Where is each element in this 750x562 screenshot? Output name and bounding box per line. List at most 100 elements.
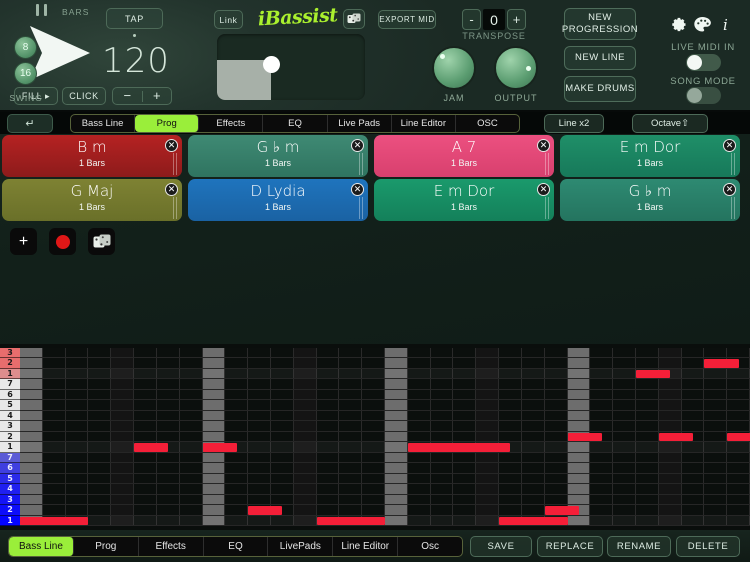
output-knob[interactable] bbox=[494, 46, 538, 90]
tap-button[interactable]: TAP bbox=[106, 8, 163, 29]
piano-roll-note[interactable] bbox=[659, 433, 693, 441]
tab-osc[interactable]: OSC bbox=[456, 115, 519, 132]
record-button[interactable] bbox=[49, 228, 76, 255]
bottom-tab-osc[interactable]: Osc bbox=[398, 537, 462, 556]
piano-roll-row bbox=[20, 358, 750, 368]
bottom-tab-eq[interactable]: EQ bbox=[204, 537, 269, 556]
transpose-minus-button[interactable]: - bbox=[462, 9, 481, 30]
chord-resize-handle[interactable] bbox=[731, 153, 737, 175]
add-chord-button[interactable]: + bbox=[10, 228, 37, 255]
chord-close-button[interactable]: ✕ bbox=[165, 183, 178, 196]
chord-block[interactable]: D Lydia1 Bars✕ bbox=[188, 179, 368, 221]
tab-effects[interactable]: Effects bbox=[199, 115, 263, 132]
piano-roll-note[interactable] bbox=[727, 433, 750, 441]
chord-block[interactable]: G Maj1 Bars✕ bbox=[2, 179, 182, 221]
bottom-tab-prog[interactable]: Prog bbox=[74, 537, 139, 556]
transpose-plus-button[interactable]: + bbox=[507, 9, 526, 30]
tab-live-pads[interactable]: Live Pads bbox=[328, 115, 392, 132]
piano-roll-row bbox=[20, 516, 750, 526]
tempo-plus-button[interactable]: + bbox=[143, 88, 172, 104]
chord-close-button[interactable]: ✕ bbox=[537, 183, 550, 196]
swing-label: SWING bbox=[0, 93, 52, 103]
song-mode-toggle[interactable] bbox=[686, 87, 721, 104]
piano-roll-note[interactable] bbox=[134, 443, 168, 451]
piano-roll-note[interactable] bbox=[499, 517, 567, 525]
xy-pad-handle[interactable] bbox=[263, 56, 280, 73]
bottom-tab-bass-line[interactable]: Bass Line bbox=[9, 537, 74, 556]
export-midi-button[interactable]: EXPORT MID bbox=[378, 10, 436, 29]
piano-roll-note[interactable] bbox=[704, 359, 738, 367]
theme-palette-button[interactable] bbox=[693, 16, 712, 38]
chord-resize-handle[interactable] bbox=[545, 197, 551, 219]
replace-button[interactable]: REPLACE bbox=[537, 536, 603, 557]
make-drums-button[interactable]: MAKE DRUMS bbox=[564, 76, 636, 102]
piano-roll-grid[interactable] bbox=[20, 348, 750, 526]
randomize-dice-button[interactable] bbox=[343, 9, 365, 29]
piano-roll-note[interactable] bbox=[248, 506, 282, 514]
song-mode-label: SONG MODE bbox=[648, 76, 750, 87]
settings-gear-button[interactable] bbox=[670, 16, 687, 38]
chord-close-button[interactable]: ✕ bbox=[723, 183, 736, 196]
piano-roll-note[interactable] bbox=[20, 517, 88, 525]
bottom-tab-livepads[interactable]: LivePads bbox=[268, 537, 333, 556]
live-midi-in-toggle[interactable] bbox=[686, 54, 721, 71]
piano-roll-note[interactable] bbox=[545, 506, 579, 514]
chord-block[interactable]: E m Dor1 Bars✕ bbox=[560, 135, 740, 177]
randomize-chords-button[interactable] bbox=[88, 228, 115, 255]
chord-block[interactable]: G ♭ m1 Bars✕ bbox=[560, 179, 740, 221]
piano-roll-row bbox=[20, 453, 750, 463]
chord-block[interactable]: B m1 Bars✕ bbox=[2, 135, 182, 177]
tab-prog[interactable]: Prog bbox=[135, 115, 199, 132]
piano-roll-note[interactable] bbox=[568, 433, 602, 441]
output-knob-indicator bbox=[526, 66, 531, 71]
chord-block[interactable]: A 71 Bars✕ bbox=[374, 135, 554, 177]
ibassist-app: BARS TAP 120 FILL ▸ CLICK − + Link iBass… bbox=[0, 0, 750, 562]
piano-roll-note[interactable] bbox=[431, 443, 499, 451]
chord-resize-handle[interactable] bbox=[173, 197, 179, 219]
chord-block[interactable]: E m Dor1 Bars✕ bbox=[374, 179, 554, 221]
jam-knob[interactable] bbox=[432, 46, 476, 90]
chord-close-button[interactable]: ✕ bbox=[723, 139, 736, 152]
piano-roll-row-label: 5 bbox=[0, 400, 20, 410]
rename-button[interactable]: RENAME bbox=[607, 536, 671, 557]
chord-close-button[interactable]: ✕ bbox=[351, 183, 364, 196]
octave-up-button[interactable]: Octave⇧ bbox=[632, 114, 708, 133]
chord-close-button[interactable]: ✕ bbox=[537, 139, 550, 152]
chord-resize-handle[interactable] bbox=[173, 153, 179, 175]
click-button[interactable]: CLICK bbox=[62, 87, 106, 105]
transport-panel: BARS TAP 120 FILL ▸ CLICK − + Link iBass… bbox=[0, 0, 750, 112]
back-button[interactable]: ↵ bbox=[7, 114, 53, 133]
delete-button[interactable]: DELETE bbox=[676, 536, 740, 557]
bar-tick-group bbox=[36, 3, 52, 21]
chord-resize-handle[interactable] bbox=[359, 197, 365, 219]
chord-name: E m Dor bbox=[374, 182, 554, 200]
new-progression-button[interactable]: NEW PROGRESSION bbox=[564, 8, 636, 40]
bottom-tab-line-editor[interactable]: Line Editor bbox=[333, 537, 398, 556]
line-x2-button[interactable]: Line x2 bbox=[544, 114, 604, 133]
tempo-minus-button[interactable]: − bbox=[113, 88, 142, 104]
tempo-value[interactable]: 120 bbox=[98, 41, 174, 81]
chord-resize-handle[interactable] bbox=[359, 153, 365, 175]
bottom-tab-group: Bass LineProgEffectsEQLivePadsLine Edito… bbox=[8, 536, 463, 557]
chord-resize-handle[interactable] bbox=[731, 197, 737, 219]
chord-close-button[interactable]: ✕ bbox=[351, 139, 364, 152]
tab-bass-line[interactable]: Bass Line bbox=[71, 115, 135, 132]
info-button[interactable]: i bbox=[723, 16, 728, 34]
tab-line-editor[interactable]: Line Editor bbox=[392, 115, 456, 132]
xy-pad[interactable] bbox=[217, 34, 365, 100]
piano-roll-note[interactable] bbox=[317, 517, 385, 525]
new-line-button[interactable]: NEW LINE bbox=[564, 46, 636, 70]
link-button[interactable]: Link bbox=[214, 10, 243, 29]
tempo-stepper: − + bbox=[112, 87, 172, 105]
save-button[interactable]: SAVE bbox=[470, 536, 532, 557]
chord-resize-handle[interactable] bbox=[545, 153, 551, 175]
piano-roll-note[interactable] bbox=[636, 370, 670, 378]
tab-eq[interactable]: EQ bbox=[263, 115, 327, 132]
piano-roll-note[interactable] bbox=[203, 443, 237, 451]
piano-roll-row bbox=[20, 442, 750, 452]
bottom-tab-effects[interactable]: Effects bbox=[139, 537, 204, 556]
swing-16-knob[interactable]: 16 bbox=[14, 62, 37, 85]
chord-block[interactable]: G ♭ m1 Bars✕ bbox=[188, 135, 368, 177]
chord-close-button[interactable]: ✕ bbox=[165, 139, 178, 152]
swing-8-knob[interactable]: 8 bbox=[14, 36, 37, 59]
